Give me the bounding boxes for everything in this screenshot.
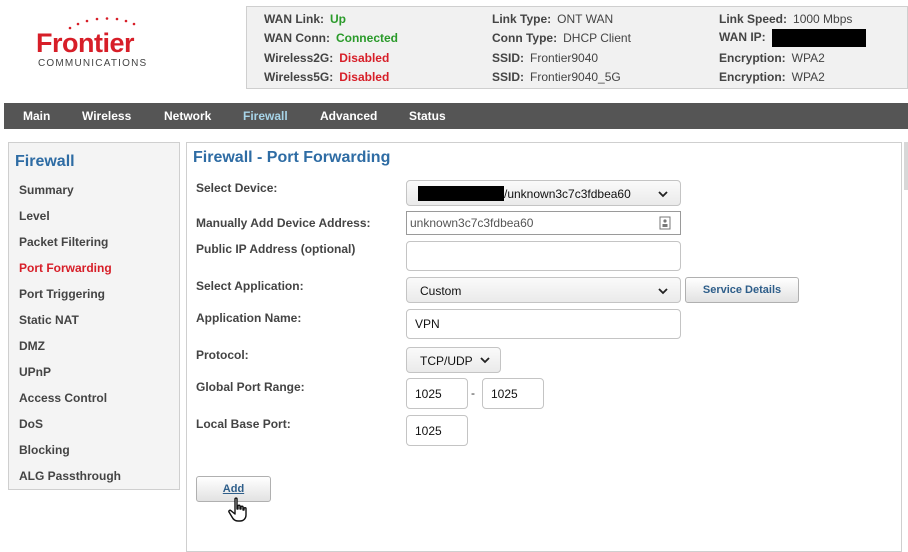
protocol-label: Protocol: [196, 348, 249, 362]
chevron-down-icon [658, 288, 668, 295]
local-base-port-input[interactable] [406, 415, 468, 446]
sidebar-item-static-nat[interactable]: Static NAT [19, 313, 79, 327]
sidebar-item-level[interactable]: Level [19, 209, 50, 223]
sidebar-item-packet-filtering[interactable]: Packet Filtering [19, 235, 108, 249]
chevron-down-icon [480, 357, 490, 364]
chevron-down-icon [658, 191, 668, 198]
sidebar-title: Firewall [15, 153, 75, 170]
port-range-end-input[interactable] [482, 378, 544, 409]
sidebar-item-port-forwarding[interactable]: Port Forwarding [19, 261, 112, 275]
wan-ip-status: WAN IP: [719, 29, 866, 47]
manual-device-input[interactable] [406, 211, 681, 235]
public-ip-input[interactable] [406, 241, 681, 271]
port-forwarding-panel: Firewall - Port Forwarding Select Device… [186, 142, 902, 552]
application-name-label: Application Name: [196, 311, 302, 325]
sidebar-item-access-control[interactable]: Access Control [19, 391, 107, 405]
wan-ip-redacted [771, 29, 866, 47]
encryption-5g-status: Encryption: WPA2 [719, 70, 825, 84]
global-port-range-label: Global Port Range: [196, 380, 305, 394]
sidebar-item-alg-passthrough[interactable]: ALG Passthrough [19, 469, 121, 483]
nav-advanced[interactable]: Advanced [320, 103, 377, 129]
application-name-input[interactable] [406, 309, 681, 339]
wireless2g-status: Wireless2G: Disabled [264, 51, 390, 65]
service-details-button[interactable]: Service Details [685, 277, 799, 303]
contact-card-icon[interactable] [659, 216, 671, 230]
protocol-dropdown[interactable]: TCP/UDP [406, 347, 501, 373]
wan-link-status: WAN Link: Up [264, 12, 346, 26]
select-device-dropdown[interactable]: /unknown3c7c3fdbea60 [406, 180, 681, 206]
nav-main[interactable]: Main [23, 103, 50, 129]
ssid-2g-status: SSID: Frontier9040 [492, 51, 599, 65]
conn-type-status: Conn Type: DHCP Client [492, 31, 631, 45]
nav-wireless[interactable]: Wireless [82, 103, 131, 129]
device-name-redacted [418, 186, 504, 201]
nav-network[interactable]: Network [164, 103, 211, 129]
wan-conn-status: WAN Conn: Connected [264, 31, 398, 45]
public-ip-label: Public IP Address (optional) [196, 242, 356, 256]
frontier-logo: Frontier COMMUNICATIONS [36, 16, 158, 72]
link-speed-status: Link Speed: 1000 Mbps [719, 12, 853, 26]
sidebar-item-dmz[interactable]: DMZ [19, 339, 45, 353]
logo-wordmark: Frontier [36, 28, 135, 58]
sidebar-item-upnp[interactable]: UPnP [19, 365, 51, 379]
logo-tagline: COMMUNICATIONS [38, 58, 148, 69]
port-range-start-input[interactable] [406, 378, 468, 409]
port-range-separator: - [471, 386, 475, 400]
select-application-dropdown[interactable]: Custom [406, 277, 681, 303]
nav-firewall[interactable]: Firewall [243, 103, 288, 129]
local-base-port-label: Local Base Port: [196, 417, 291, 431]
sidebar-item-summary[interactable]: Summary [19, 183, 74, 197]
select-application-label: Select Application: [196, 279, 304, 293]
encryption-2g-status: Encryption: WPA2 [719, 51, 825, 65]
sidebar-item-port-triggering[interactable]: Port Triggering [19, 287, 105, 301]
link-type-status: Link Type: ONT WAN [492, 12, 614, 26]
status-panel: WAN Link: Up WAN Conn: Connected Wireless2… [246, 6, 908, 89]
scrollbar[interactable] [904, 142, 908, 190]
sidebar-item-dos[interactable]: DoS [19, 417, 43, 431]
wireless5g-status: Wireless5G: Disabled [264, 70, 390, 84]
main-nav: Main Wireless Network Firewall Advanced … [4, 103, 908, 129]
firewall-sidebar: Firewall Summary Level Packet Filtering … [8, 142, 180, 490]
protocol-value: TCP/UDP [420, 354, 473, 368]
manual-device-label: Manually Add Device Address: [196, 216, 371, 230]
sidebar-item-blocking[interactable]: Blocking [19, 443, 70, 457]
hand-pointer-icon [228, 497, 247, 522]
select-application-value: Custom [420, 284, 462, 298]
ssid-5g-status: SSID: Frontier9040_5G [492, 70, 621, 84]
select-device-value: /unknown3c7c3fdbea60 [504, 187, 631, 201]
page-title: Firewall - Port Forwarding [193, 149, 391, 166]
select-device-label: Select Device: [196, 181, 278, 195]
nav-status[interactable]: Status [409, 103, 446, 129]
